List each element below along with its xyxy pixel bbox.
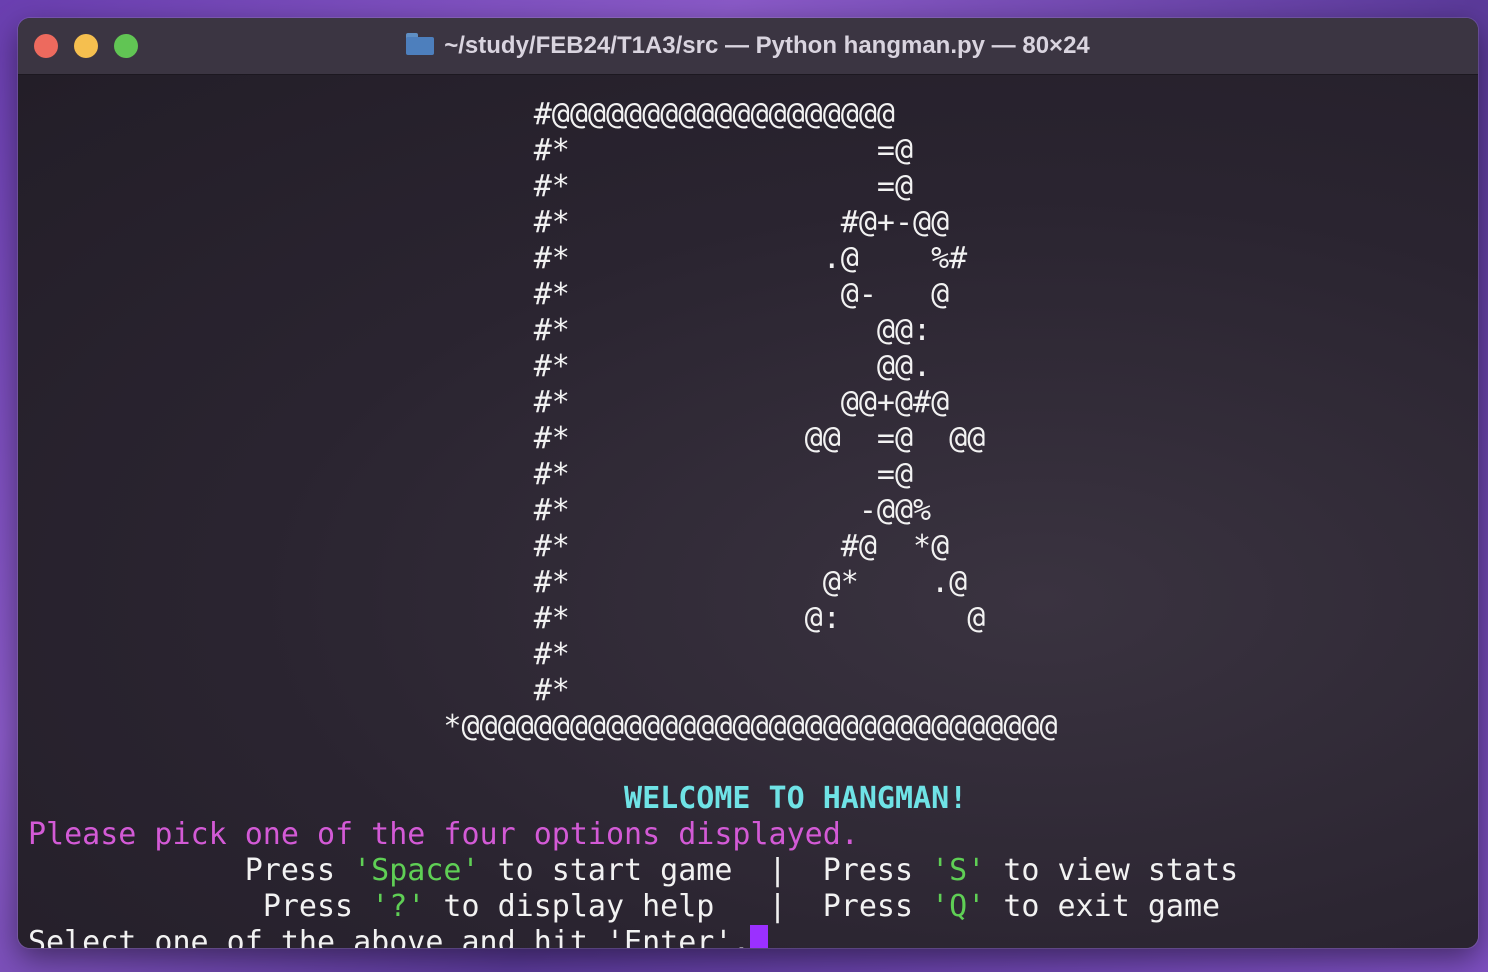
folder-icon xyxy=(406,33,435,55)
select-prompt-line: Select one of the above and hit 'Enter'. xyxy=(28,925,1238,948)
ascii-art-line: #* =@ xyxy=(28,457,914,492)
instruction-text: Please pick one of the four options disp… xyxy=(28,817,859,852)
select-prompt: Select one of the above and hit 'Enter'. xyxy=(28,925,751,948)
ascii-art-line: *@@@@@@@@@@@@@@@@@@@@@@@@@@@@@@@@@ xyxy=(28,709,1058,744)
ascii-art-line: #* -@@% xyxy=(28,493,932,528)
ascii-art-line: #* @@+@#@ xyxy=(28,385,950,420)
window-title: ~/study/FEB24/T1A3/src — Python hangman.… xyxy=(18,32,1478,60)
terminal-window: ~/study/FEB24/T1A3/src — Python hangman.… xyxy=(18,18,1478,948)
window-title-text: ~/study/FEB24/T1A3/src — Python hangman.… xyxy=(444,32,1090,59)
welcome-title: WELCOME TO HANGMAN! xyxy=(624,781,968,816)
ascii-art-line: #* #@ *@ xyxy=(28,529,950,564)
key-question: '?' xyxy=(371,889,426,924)
ascii-art-line: #* =@ xyxy=(28,133,914,168)
ascii-art-line: #* xyxy=(28,673,570,708)
ascii-art-line: #* @: @ xyxy=(28,601,986,636)
ascii-art-line: #* =@ xyxy=(28,169,914,204)
ascii-art-line: #* .@ %# xyxy=(28,241,968,276)
ascii-art-line: #* #@+-@@ xyxy=(28,205,950,240)
text-cursor[interactable] xyxy=(750,925,769,948)
ascii-art-line: #* @@: xyxy=(28,313,932,348)
hangman-ascii-art: #@@@@@@@@@@@@@@@@@@@ #* =@ #* =@ #* #@+-… xyxy=(28,97,1238,745)
options-row-1: Press 'Space' to start game | Press 'S' … xyxy=(244,853,1239,888)
ascii-art-line: #* @@ =@ @@ xyxy=(28,421,986,456)
title-bar[interactable]: ~/study/FEB24/T1A3/src — Python hangman.… xyxy=(18,18,1478,75)
ascii-art-line: #* xyxy=(28,637,570,672)
options-row-2: Press '?' to display help | Press 'Q' to… xyxy=(262,889,1221,924)
ascii-art-line: #* @@. xyxy=(28,349,932,384)
key-s: 'S' xyxy=(931,853,986,888)
ascii-art-line: #@@@@@@@@@@@@@@@@@@@ xyxy=(28,97,895,132)
ascii-art-line: #* @- @ xyxy=(28,277,950,312)
key-space: 'Space' xyxy=(353,853,480,888)
terminal-content[interactable]: #@@@@@@@@@@@@@@@@@@@ #* =@ #* =@ #* #@+-… xyxy=(18,75,1478,948)
key-q: 'Q' xyxy=(931,889,986,924)
welcome-line: WELCOME TO HANGMAN! xyxy=(28,781,1238,817)
terminal-output: #@@@@@@@@@@@@@@@@@@@ #* =@ #* =@ #* #@+-… xyxy=(28,97,1238,948)
ascii-art-line: #* @* .@ xyxy=(28,565,968,600)
